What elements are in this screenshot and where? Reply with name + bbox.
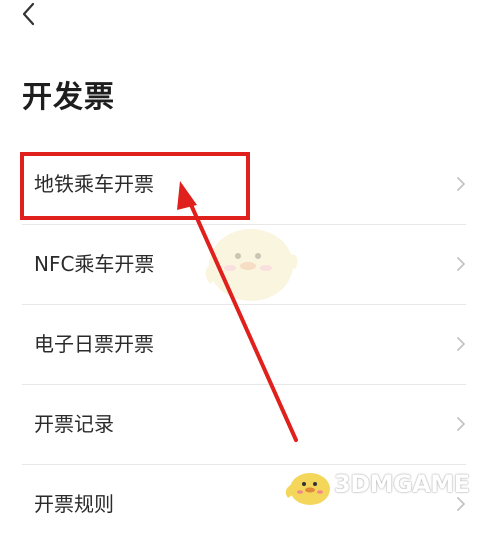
menu-item-invoice-records[interactable]: 开票记录	[0, 385, 480, 465]
page-title: 开发票	[22, 80, 115, 115]
chick-mascot-icon	[205, 229, 298, 301]
chevron-right-icon	[457, 337, 465, 351]
chevron-right-icon	[457, 177, 465, 191]
menu-item-label: 开票记录	[34, 412, 114, 436]
chick-mascot-icon	[285, 473, 330, 505]
menu-item-day-ticket-invoice[interactable]: 电子日票开票	[0, 305, 480, 385]
menu-item-label: 开票规则	[34, 492, 114, 516]
chevron-left-icon	[22, 2, 35, 26]
back-button[interactable]	[14, 0, 44, 30]
menu-item-label: 电子日票开票	[34, 332, 154, 356]
highlight-box	[20, 152, 250, 220]
watermark-text: 3DMGAME	[334, 470, 470, 498]
watermark: 3DMGAME	[282, 462, 478, 508]
chevron-right-icon	[457, 417, 465, 431]
chevron-right-icon	[457, 257, 465, 271]
menu-item-label: NFC乘车开票	[34, 252, 155, 276]
